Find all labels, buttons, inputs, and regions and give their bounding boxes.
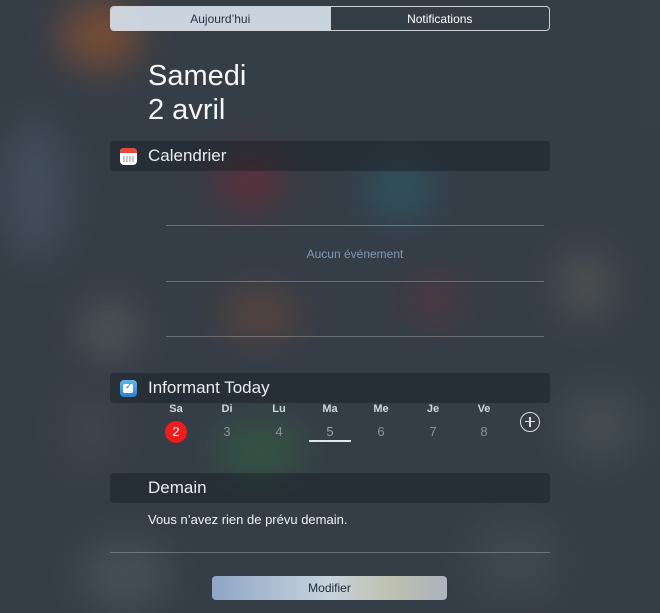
divider — [166, 336, 544, 337]
calendar-widget-title: Calendrier — [148, 146, 227, 165]
day-wednesday[interactable]: Me 6 — [355, 403, 407, 443]
day-number: 3 — [223, 424, 231, 439]
day-name: Sa — [169, 403, 183, 415]
tab-today[interactable]: Aujourd’hui — [111, 7, 330, 30]
day-number: 7 — [429, 424, 437, 439]
current-week-day-underline — [309, 440, 351, 442]
day-number: 8 — [480, 424, 488, 439]
date-day: 2 avril — [148, 94, 226, 126]
day-name: Ma — [322, 403, 338, 415]
view-segmented-control: Aujourd’hui Notifications — [110, 6, 550, 31]
day-monday[interactable]: Lu 4 — [253, 403, 305, 443]
plus-circle-icon[interactable] — [520, 412, 540, 432]
tomorrow-widget-title: Demain — [148, 478, 207, 497]
day-sunday[interactable]: Di 3 — [201, 403, 253, 443]
tomorrow-message: Vous n’avez rien de prévu demain. — [148, 512, 348, 527]
day-number: 4 — [275, 424, 283, 439]
day-name: Me — [373, 403, 389, 415]
day-saturday[interactable]: Sa 2 — [150, 403, 202, 443]
divider — [166, 225, 544, 226]
tomorrow-widget-header[interactable]: Demain — [110, 473, 550, 503]
calendar-icon — [120, 147, 137, 165]
no-event-text: Aucun événement — [306, 247, 404, 261]
informant-widget-title: Informant Today — [148, 378, 270, 397]
divider — [110, 552, 550, 553]
modify-button[interactable]: Modifier — [212, 576, 447, 600]
tab-notifications[interactable]: Notifications — [329, 7, 550, 30]
divider — [166, 281, 544, 282]
informant-widget-header[interactable]: Informant Today — [110, 373, 550, 403]
day-thursday[interactable]: Je 7 — [407, 403, 459, 443]
informant-app-icon — [120, 379, 137, 397]
day-name: Lu — [272, 403, 286, 415]
day-number-selected: 2 — [165, 421, 187, 443]
day-number: 6 — [377, 424, 385, 439]
day-name: Di — [221, 403, 233, 415]
day-name: Je — [426, 403, 440, 415]
day-friday[interactable]: Ve 8 — [458, 403, 510, 443]
day-tuesday[interactable]: Ma 5 — [304, 403, 356, 443]
calendar-widget-header[interactable]: Calendrier — [110, 141, 550, 171]
week-day-strip: Sa 2 Di 3 Lu 4 Ma 5 Me 6 Je 7 Ve 8 — [150, 403, 510, 445]
day-name: Ve — [477, 403, 491, 415]
date-weekday: Samedi — [148, 60, 247, 92]
